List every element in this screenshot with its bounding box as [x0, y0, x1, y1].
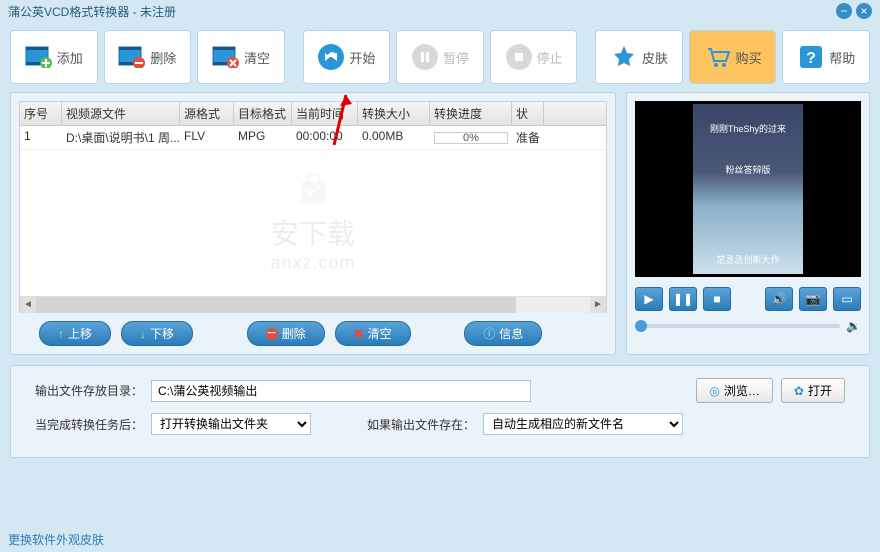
horizontal-scrollbar[interactable]: ◄ ►: [20, 296, 606, 312]
col-sz[interactable]: 转换大小: [358, 102, 430, 125]
cell-st: 准备: [512, 126, 544, 149]
cell-sz: 0.00MB: [358, 126, 430, 149]
pause-label: 暂停: [443, 48, 469, 67]
info-button[interactable]: ⓘ信息: [464, 321, 542, 346]
clear-button[interactable]: 清空: [197, 30, 285, 84]
preview-stop-button[interactable]: ■: [703, 287, 731, 311]
cart-icon: [704, 43, 732, 71]
col-pg[interactable]: 转换进度: [430, 102, 512, 125]
minimize-button[interactable]: −: [836, 3, 852, 19]
file-list-panel: 序号 视频源文件 源格式 目标格式 当前时间 转换大小 转换进度 状 1 D:\…: [10, 92, 616, 355]
clear-label: 清空: [244, 48, 270, 67]
start-icon: [317, 43, 345, 71]
camera-icon: 📷: [806, 292, 821, 306]
move-down-button[interactable]: ↓下移: [121, 321, 193, 346]
star-icon: [610, 43, 638, 71]
open-button[interactable]: ✿打开: [781, 378, 845, 403]
fullscreen-icon: ▭: [841, 292, 852, 306]
info-icon: ⓘ: [483, 325, 495, 342]
cell-sf: FLV: [180, 126, 234, 149]
output-dir-input[interactable]: [151, 380, 531, 402]
watermark-url: anxz.com: [270, 252, 355, 273]
pause-small-icon: ❚❚: [673, 292, 693, 306]
output-settings-panel: 输出文件存放目录： ◎浏览… ✿打开 当完成转换任务后： 打开转换输出文件夹 如…: [10, 365, 870, 458]
buy-button[interactable]: 购买: [689, 30, 777, 84]
start-label: 开始: [349, 48, 375, 67]
close-button[interactable]: ×: [856, 3, 872, 19]
cell-pg: 0%: [430, 126, 512, 149]
help-label: 帮助: [829, 48, 855, 67]
skin-label: 皮肤: [642, 48, 668, 67]
up-arrow-icon: ↑: [58, 327, 64, 341]
after-task-label: 当完成转换任务后：: [35, 416, 143, 433]
table-header: 序号 视频源文件 源格式 目标格式 当前时间 转换大小 转换进度 状: [20, 102, 606, 126]
change-skin-link[interactable]: 更换软件外观皮肤: [8, 533, 104, 547]
col-seq[interactable]: 序号: [20, 102, 62, 125]
move-up-button[interactable]: ↑上移: [39, 321, 111, 346]
play-button[interactable]: ▶: [635, 287, 663, 311]
preview-text-mid: 粉丝答辩版: [725, 163, 770, 176]
stop-small-icon: ■: [713, 292, 720, 306]
cell-src: D:\桌面\说明书\1 周...: [62, 126, 180, 149]
cell-ct: 00:00:00: [292, 126, 358, 149]
stop-icon: [505, 43, 533, 71]
film-delete-icon: [118, 43, 146, 71]
speaker-small-icon: 🔉: [846, 319, 861, 333]
preview-text-top: 刚刚TheShy的过来: [710, 122, 786, 135]
pause-icon: [411, 43, 439, 71]
seek-slider[interactable]: [635, 324, 840, 328]
play-icon: ▶: [644, 292, 653, 306]
scroll-thumb[interactable]: [36, 297, 516, 313]
preview-panel: 刚刚TheShy的过来 粉丝答辩版 范丞丞创新大作 ▶ ❚❚ ■ 🔊 📷 ▭ 🔉: [626, 92, 870, 355]
target-icon: ◎: [709, 384, 719, 398]
snapshot-button[interactable]: 📷: [799, 287, 827, 311]
watermark-text: 安下载: [270, 212, 355, 252]
file-exist-select[interactable]: 自动生成相应的新文件名: [483, 413, 683, 435]
table-body[interactable]: 1 D:\桌面\说明书\1 周... FLV MPG 00:00:00 0.00…: [20, 126, 606, 296]
x-icon: ✖: [354, 327, 364, 341]
table-row[interactable]: 1 D:\桌面\说明书\1 周... FLV MPG 00:00:00 0.00…: [20, 126, 606, 150]
col-st[interactable]: 状: [512, 102, 544, 125]
stop-button[interactable]: 停止: [490, 30, 578, 84]
buy-label: 购买: [736, 48, 762, 67]
file-exist-label: 如果输出文件存在：: [367, 416, 475, 433]
film-clear-icon: [212, 43, 240, 71]
video-preview[interactable]: 刚刚TheShy的过来 粉丝答辩版 范丞丞创新大作: [635, 101, 861, 277]
film-add-icon: [25, 43, 53, 71]
stop-label: 停止: [537, 48, 563, 67]
volume-button[interactable]: 🔊: [765, 287, 793, 311]
row-delete-button[interactable]: −删除: [247, 321, 325, 346]
browse-button[interactable]: ◎浏览…: [696, 378, 773, 403]
svg-text:?: ?: [806, 50, 816, 67]
scroll-right-icon[interactable]: ►: [590, 297, 606, 313]
scroll-left-icon[interactable]: ◄: [20, 297, 36, 313]
gear-open-icon: ✿: [794, 384, 804, 398]
cell-seq: 1: [20, 126, 62, 149]
add-label: 添加: [57, 48, 83, 67]
add-button[interactable]: 添加: [10, 30, 98, 84]
down-arrow-icon: ↓: [140, 327, 146, 341]
preview-pause-button[interactable]: ❚❚: [669, 287, 697, 311]
col-tf[interactable]: 目标格式: [234, 102, 292, 125]
delete-label: 删除: [150, 48, 176, 67]
help-icon: ?: [797, 43, 825, 71]
after-task-select[interactable]: 打开转换输出文件夹: [151, 413, 311, 435]
help-button[interactable]: ? 帮助: [782, 30, 870, 84]
col-ct[interactable]: 当前时间: [292, 102, 358, 125]
row-clear-button[interactable]: ✖清空: [335, 321, 411, 346]
fullscreen-button[interactable]: ▭: [833, 287, 861, 311]
window-title: 蒲公英VCD格式转换器 - 未注册: [8, 3, 836, 20]
col-sf[interactable]: 源格式: [180, 102, 234, 125]
col-src[interactable]: 视频源文件: [62, 102, 180, 125]
slider-thumb[interactable]: [635, 320, 647, 332]
speaker-icon: 🔊: [772, 292, 787, 306]
start-button[interactable]: 开始: [303, 30, 391, 84]
cell-tf: MPG: [234, 126, 292, 149]
delete-button[interactable]: 删除: [104, 30, 192, 84]
skin-button[interactable]: 皮肤: [595, 30, 683, 84]
minus-icon: −: [266, 328, 278, 340]
output-dir-label: 输出文件存放目录：: [35, 382, 143, 399]
pause-button[interactable]: 暂停: [396, 30, 484, 84]
preview-text-bottom: 范丞丞创新大作: [716, 253, 779, 266]
